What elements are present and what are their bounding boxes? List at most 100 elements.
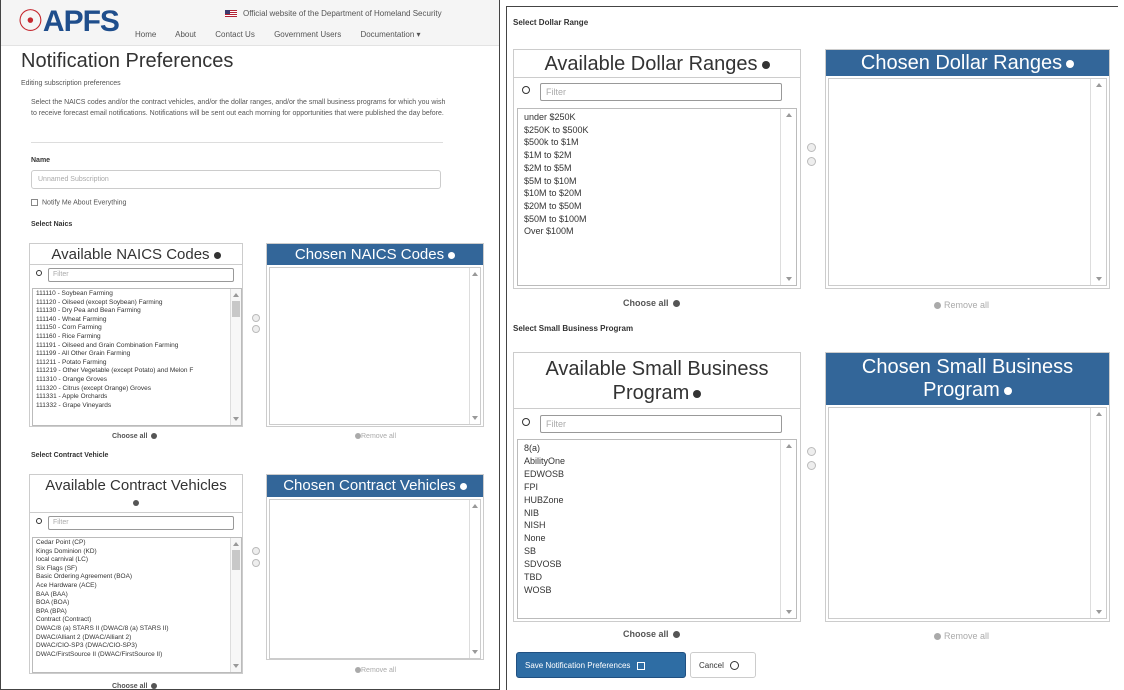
- scroll-down-icon[interactable]: [1095, 610, 1102, 614]
- notify-everything-row[interactable]: Notify Me About Everything: [31, 199, 126, 206]
- list-item[interactable]: DWAC/8 (a) STARS II (DWAC/8 (a) STARS II…: [36, 625, 238, 634]
- list-item[interactable]: 111130 - Dry Pea and Bean Farming: [36, 307, 238, 316]
- vehicles-filter-input[interactable]: Filter: [48, 516, 234, 530]
- list-item[interactable]: NISH: [524, 519, 790, 532]
- available-vehicles-list[interactable]: Cedar Point (CP) Kings Dominion (KD) local…: [32, 537, 242, 673]
- chosen-dollar-scrollbar[interactable]: [1090, 79, 1106, 285]
- list-item[interactable]: Six Flags (SF): [36, 565, 238, 574]
- naics-filter-input[interactable]: Filter: [48, 268, 234, 282]
- dollar-filter-input[interactable]: Filter: [540, 83, 782, 101]
- list-item[interactable]: 111211 - Potato Farming: [36, 359, 238, 368]
- list-item[interactable]: $5M to $10M: [524, 175, 790, 188]
- list-item[interactable]: BOA (BOA): [36, 599, 238, 608]
- dollar-scrollbar[interactable]: [780, 109, 796, 285]
- available-small-business-list[interactable]: 8(a) AbilityOne EDWOSB FPI HUBZone NIB NISH Non…: [517, 439, 797, 619]
- notify-everything-checkbox[interactable]: [31, 199, 38, 206]
- list-item[interactable]: 111219 - Other Vegetable (except Potato)…: [36, 367, 238, 376]
- list-item[interactable]: $10M to $20M: [524, 187, 790, 200]
- small-business-remove-all[interactable]: Remove all: [934, 631, 989, 641]
- scroll-down-icon[interactable]: [233, 417, 239, 421]
- list-item[interactable]: Kings Dominion (KD): [36, 548, 238, 557]
- scroll-down-icon[interactable]: [785, 277, 792, 281]
- scroll-up-icon[interactable]: [472, 272, 478, 276]
- scroll-up-icon[interactable]: [472, 504, 478, 508]
- help-icon[interactable]: [761, 60, 770, 69]
- help-icon[interactable]: [133, 500, 139, 507]
- nav-documentation-dropdown[interactable]: Documentation ▾: [360, 30, 420, 39]
- chosen-small-business-scrollbar[interactable]: [1090, 408, 1106, 618]
- list-item[interactable]: AbilityOne: [524, 455, 790, 468]
- save-preferences-button[interactable]: Save Notification Preferences: [516, 652, 686, 678]
- move-right-control[interactable]: [807, 447, 816, 456]
- list-item[interactable]: None: [524, 532, 790, 545]
- list-item[interactable]: $1M to $2M: [524, 149, 790, 162]
- chosen-vehicles-scrollbar[interactable]: [469, 500, 480, 658]
- scroll-down-icon[interactable]: [1095, 277, 1102, 281]
- naics-scrollbar[interactable]: [230, 289, 241, 425]
- list-item[interactable]: 111140 - Wheat Farming: [36, 316, 238, 325]
- nav-about-link[interactable]: About: [175, 30, 196, 39]
- dollar-remove-all[interactable]: Remove all: [934, 300, 989, 310]
- list-item[interactable]: Over $100M: [524, 225, 790, 238]
- list-item[interactable]: DWAC/Alliant 2 (DWAC/Alliant 2): [36, 634, 238, 643]
- scroll-up-icon[interactable]: [233, 293, 239, 297]
- small-business-filter-input[interactable]: Filter: [540, 415, 782, 433]
- nav-home-link[interactable]: Home: [135, 30, 156, 39]
- list-item[interactable]: $50M to $100M: [524, 213, 790, 226]
- list-item[interactable]: $2M to $5M: [524, 162, 790, 175]
- list-item[interactable]: local carnival (LC): [36, 556, 238, 565]
- nav-contact-link[interactable]: Contact Us: [215, 30, 255, 39]
- subscription-name-input[interactable]: Unnamed Subscription: [31, 170, 441, 189]
- scroll-up-icon[interactable]: [1095, 83, 1102, 87]
- help-icon[interactable]: [1003, 386, 1012, 395]
- move-left-control[interactable]: [252, 559, 260, 567]
- scroll-up-icon[interactable]: [233, 542, 239, 546]
- help-icon[interactable]: [1066, 59, 1075, 68]
- list-item[interactable]: SDVOSB: [524, 558, 790, 571]
- move-left-control[interactable]: [807, 461, 816, 470]
- list-item[interactable]: NIB: [524, 507, 790, 520]
- chosen-naics-list[interactable]: [269, 267, 481, 425]
- list-item[interactable]: $500k to $1M: [524, 136, 790, 149]
- list-item[interactable]: FPI: [524, 481, 790, 494]
- scroll-up-icon[interactable]: [785, 444, 792, 448]
- list-item[interactable]: 111331 - Apple Orchards: [36, 393, 238, 402]
- scrollbar-thumb[interactable]: [232, 301, 240, 317]
- nav-government-users-link[interactable]: Government Users: [274, 30, 341, 39]
- scroll-down-icon[interactable]: [472, 416, 478, 420]
- apfs-logo[interactable]: ☉APFS: [17, 4, 120, 39]
- scroll-down-icon[interactable]: [785, 610, 792, 614]
- list-item[interactable]: 111191 - Oilseed and Grain Combination F…: [36, 342, 238, 351]
- list-item[interactable]: under $250K: [524, 111, 790, 124]
- list-item[interactable]: EDWOSB: [524, 468, 790, 481]
- scroll-down-icon[interactable]: [233, 664, 239, 668]
- list-item[interactable]: 111199 - All Other Grain Farming: [36, 350, 238, 359]
- vehicles-remove-all[interactable]: Remove all: [351, 667, 396, 674]
- move-right-control[interactable]: [252, 314, 260, 322]
- chosen-naics-scrollbar[interactable]: [469, 268, 480, 424]
- list-item[interactable]: 111160 - Rice Farming: [36, 333, 238, 342]
- list-item[interactable]: WOSB: [524, 584, 790, 597]
- chosen-small-business-list[interactable]: [828, 407, 1107, 619]
- list-item[interactable]: Basic Ordering Agreement (BOA): [36, 573, 238, 582]
- cancel-button[interactable]: Cancel: [690, 652, 756, 678]
- list-item[interactable]: TBD: [524, 571, 790, 584]
- scroll-up-icon[interactable]: [1095, 412, 1102, 416]
- list-item[interactable]: 8(a): [524, 442, 790, 455]
- naics-choose-all[interactable]: Choose all: [112, 433, 158, 440]
- scrollbar-thumb[interactable]: [232, 550, 240, 570]
- help-icon[interactable]: [459, 482, 467, 490]
- vehicles-choose-all[interactable]: Choose all: [112, 683, 158, 689]
- list-item[interactable]: 111120 - Oilseed (except Soybean) Farmin…: [36, 299, 238, 308]
- scroll-down-icon[interactable]: [472, 650, 478, 654]
- move-left-control[interactable]: [807, 157, 816, 166]
- help-icon[interactable]: [693, 389, 702, 398]
- list-item[interactable]: Contract (Contract): [36, 616, 238, 625]
- list-item[interactable]: DWAC/CIO-SP3 (DWAC/CIO-SP3): [36, 642, 238, 651]
- move-left-control[interactable]: [252, 325, 260, 333]
- scroll-up-icon[interactable]: [785, 113, 792, 117]
- list-item[interactable]: SB: [524, 545, 790, 558]
- chosen-vehicles-list[interactable]: [269, 499, 481, 659]
- vehicles-scrollbar[interactable]: [230, 538, 241, 672]
- list-item[interactable]: 111110 - Soybean Farming: [36, 290, 238, 299]
